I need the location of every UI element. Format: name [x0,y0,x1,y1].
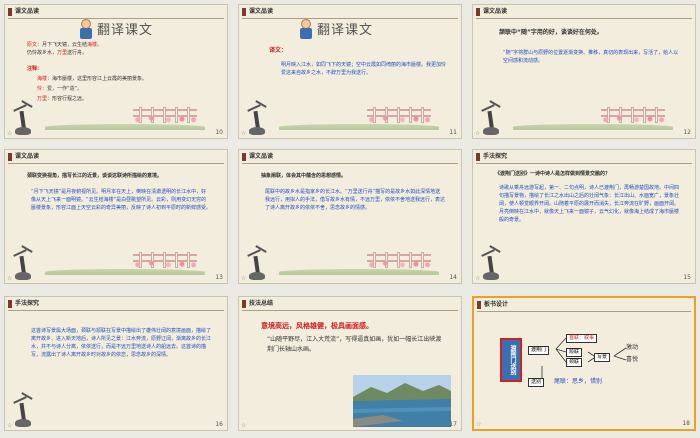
slide-header: 课文品读 [239,150,461,164]
slide-header: 课文品读 [239,5,461,19]
slide-title: 翻译课文 [317,23,374,38]
poem-line-2: 仍怜故乡水，万里送行舟。 [27,50,88,56]
question-text: 颔联中“随”字用的好，谈谈好在何处。 [499,29,603,36]
slide-header: 板书设计 [474,298,694,312]
pine-tree-decoration [479,245,503,280]
slide-number: 17 [449,421,457,428]
poem-line-1: 原文：月下飞天镜，云生结海楼。 [27,42,103,48]
cartoon-boy-icon [79,19,93,39]
slide-header: 手法探究 [473,150,695,164]
summary-text: “山随平野尽，江入大荒流”，写得逼真如画，犹如一幅长江出峡渡荆门长轴山水画。 [267,336,442,353]
slide-thumbnail-17[interactable]: 技法总结 意境高远，风格雄健，极具画面感。 “山随平野尽，江入大荒流”，写得逼真… [238,296,462,431]
slide-thumbnail-12[interactable]: 课文品读 颔联中“随”字用的好，谈谈好在何处。 “随”字将群山与原野的位置逐渐变… [472,4,696,139]
star-icon: ☆ [7,275,13,282]
slide-header: 技法总结 [239,297,461,311]
board-connector-lines [541,337,627,378]
note-2: 怜：爱，一作“造”。 [37,86,83,92]
note-3: 万里：形容行程之远。 [37,96,88,102]
translation-text: 明月映入江水，如同飞下的天镜；空中云霞如同绮丽的海市蜃楼。我更加怜爱这来自故乡之… [281,62,447,76]
flower-fence-decoration [365,250,433,268]
star-icon: ☆ [7,130,13,137]
pine-tree-decoration [11,100,35,135]
pine-tree-decoration [11,392,35,427]
slide-thumbnail-15[interactable]: 手法探究 《渡荆门送别》一诗中诗人是怎样做到情景交融的？ 诗歌从乘舟远游写起，第… [472,149,696,284]
slide-number: 11 [449,129,457,136]
slide-number: 15 [683,274,691,281]
question-text: 抽象阐联，体会其中蕴含的思想感情。 [261,173,347,179]
star-icon: ☆ [475,130,481,137]
cartoon-boy-icon [299,19,313,39]
slide-thumbnail-11[interactable]: 课文品读 翻译课文 译文： 明月映入江水，如同飞下的天镜；空中云霞如同绮丽的海市… [238,4,462,139]
answer-text: 尾联中的故乡水是指家乡的长江水。“万里送行舟”描写的是故乡水如此深情地送我远行，… [265,189,446,211]
river-landscape-photo [353,375,451,427]
slide-title: 翻译课文 [97,23,154,38]
slide-thumbnail-18[interactable]: 板书设计 渡荆门送别 渡荆门 首联：叙事 颔联 颈联 写景 激动 喜悦 送别 尾… [472,296,696,431]
slide-number: 13 [215,274,223,281]
slide-header: 手法探究 [5,297,227,311]
slide-thumbnail-13[interactable]: 课文品读 颈联变换视角，描写长江的近景，谈谈这联诗所描绘的意境。 “月下飞天镜”… [4,149,228,284]
summary-heading: 意境高远，风格雄健，极具画面感。 [261,322,373,330]
pine-tree-decoration [479,100,503,135]
question-text: 颈联变换视角，描写长江的近景，谈谈这联诗所描绘的意境。 [27,173,163,179]
answer-text: 这首诗写景属大场面，颈联与颔联在写景中描绘出了雄伟壮阔的意境画面，描绘了离开故乡… [31,328,212,358]
star-icon: ☆ [475,275,481,282]
star-icon: ☆ [241,275,247,282]
answer-text: “月下飞天镜”是月夜俯视所见。明月本在天上，倒映在清澈透明的长江水中，好像从天上… [31,189,212,211]
slide-number: 10 [215,129,223,136]
pine-tree-decoration [11,245,35,280]
slide-thumbnail-16[interactable]: 手法探究 这首诗写景属大场面，颈联与颔联在写景中描绘出了雄伟壮阔的意境画面，描绘… [4,296,228,431]
slide-header: 课文品读 [5,150,227,164]
flower-fence-decoration [365,105,433,123]
translation-label: 译文： [269,47,288,54]
star-icon: ☆ [476,421,482,428]
pine-tree-decoration [245,100,269,135]
slide-number: 14 [449,274,457,281]
slide-number: 18 [682,420,690,427]
slide-number: 12 [683,129,691,136]
flower-fence-decoration [131,250,199,268]
answer-text: “随”字将群山与原野的位置逐渐变换、推移，真切的表现出来，写活了，给人以空间感和… [503,50,679,64]
board-title-box: 渡荆门送别 [500,338,522,382]
slide-thumbnail-10[interactable]: 课文品读 翻译课文 原文：月下飞天镜，云生结海楼。 仍怜故乡水，万里送行舟。 注… [4,4,228,139]
question-text: 《渡荆门送别》一诗中诗人是怎样做到情景交融的？ [495,171,611,177]
star-icon: ☆ [241,422,247,429]
flower-fence-decoration [599,105,667,123]
note-1: 海楼：海市蜃楼，这里形容江上云霞的美丽景象。 [37,76,148,82]
slide-thumbnail-14[interactable]: 课文品读 抽象阐联，体会其中蕴含的思想感情。 尾联中的故乡水是指家乡的长江水。“… [238,149,462,284]
star-icon: ☆ [241,130,247,137]
slide-header: 课文品读 [5,5,227,19]
star-icon: ☆ [7,422,13,429]
notes-label: 注释： [27,66,43,72]
slide-header: 课文品读 [473,5,695,19]
answer-text: 诗歌从乘舟远游写起，第一、二句点明，诗人已渡荆门，再畅游楚国故地。中间四句描写景… [499,185,680,223]
slide-number: 16 [215,421,223,428]
pine-tree-decoration [245,245,269,280]
flower-fence-decoration [131,105,199,123]
